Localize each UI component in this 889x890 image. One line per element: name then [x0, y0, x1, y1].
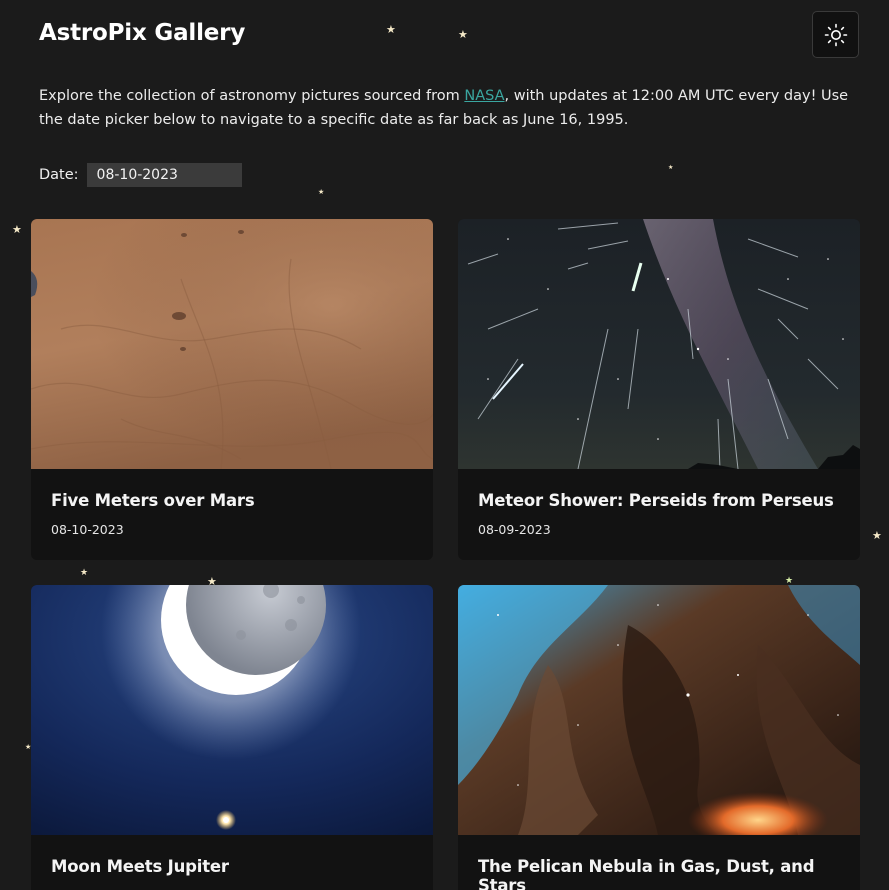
gallery-card[interactable]: Moon Meets Jupiter — [31, 585, 433, 890]
card-title: Five Meters over Mars — [51, 491, 255, 510]
card-image[interactable] — [31, 219, 433, 469]
card-title: Moon Meets Jupiter — [51, 857, 229, 876]
card-image[interactable] — [458, 585, 860, 835]
card-body: The Pelican Nebula in Gas, Dust, and Sta… — [458, 835, 860, 890]
star-decoration: ★ — [12, 223, 22, 236]
card-image[interactable] — [458, 219, 860, 469]
card-body: Meteor Shower: Perseids from Perseus 08-… — [458, 469, 860, 537]
card-body: Moon Meets Jupiter — [31, 835, 433, 876]
page: ★ ★ ★ ★ ★ ★ ★ ★ ★ ★ AstroPix Gallery Exp… — [0, 0, 889, 890]
gallery-card[interactable]: Five Meters over Mars 08-10-2023 — [31, 219, 433, 560]
sun-icon — [824, 23, 847, 46]
gallery-card[interactable]: Meteor Shower: Perseids from Perseus 08-… — [458, 219, 860, 560]
date-input[interactable] — [86, 163, 242, 187]
card-date: 08-09-2023 — [478, 522, 551, 537]
intro-text: Explore the collection of astronomy pict… — [39, 84, 859, 132]
gallery-card[interactable]: The Pelican Nebula in Gas, Dust, and Sta… — [458, 585, 860, 890]
star-decoration: ★ — [458, 28, 468, 41]
card-body: Five Meters over Mars 08-10-2023 — [31, 469, 433, 537]
star-decoration: ★ — [318, 188, 325, 196]
card-title: Meteor Shower: Perseids from Perseus — [478, 491, 834, 510]
card-title: The Pelican Nebula in Gas, Dust, and Sta… — [478, 857, 815, 890]
card-image[interactable] — [31, 585, 433, 835]
star-decoration: ★ — [386, 23, 396, 36]
theme-toggle-button[interactable] — [812, 11, 859, 58]
star-decoration: ★ — [872, 529, 882, 542]
card-date: 08-10-2023 — [51, 522, 124, 537]
star-decoration: ★ — [668, 164, 674, 171]
date-label: Date: — [39, 167, 79, 183]
nasa-link[interactable]: NASA — [464, 88, 504, 104]
app-title: AstroPix Gallery — [39, 20, 246, 46]
intro-text-start: Explore the collection of astronomy pict… — [39, 88, 465, 104]
star-decoration: ★ — [80, 568, 89, 578]
date-picker-row: Date: — [39, 163, 242, 187]
